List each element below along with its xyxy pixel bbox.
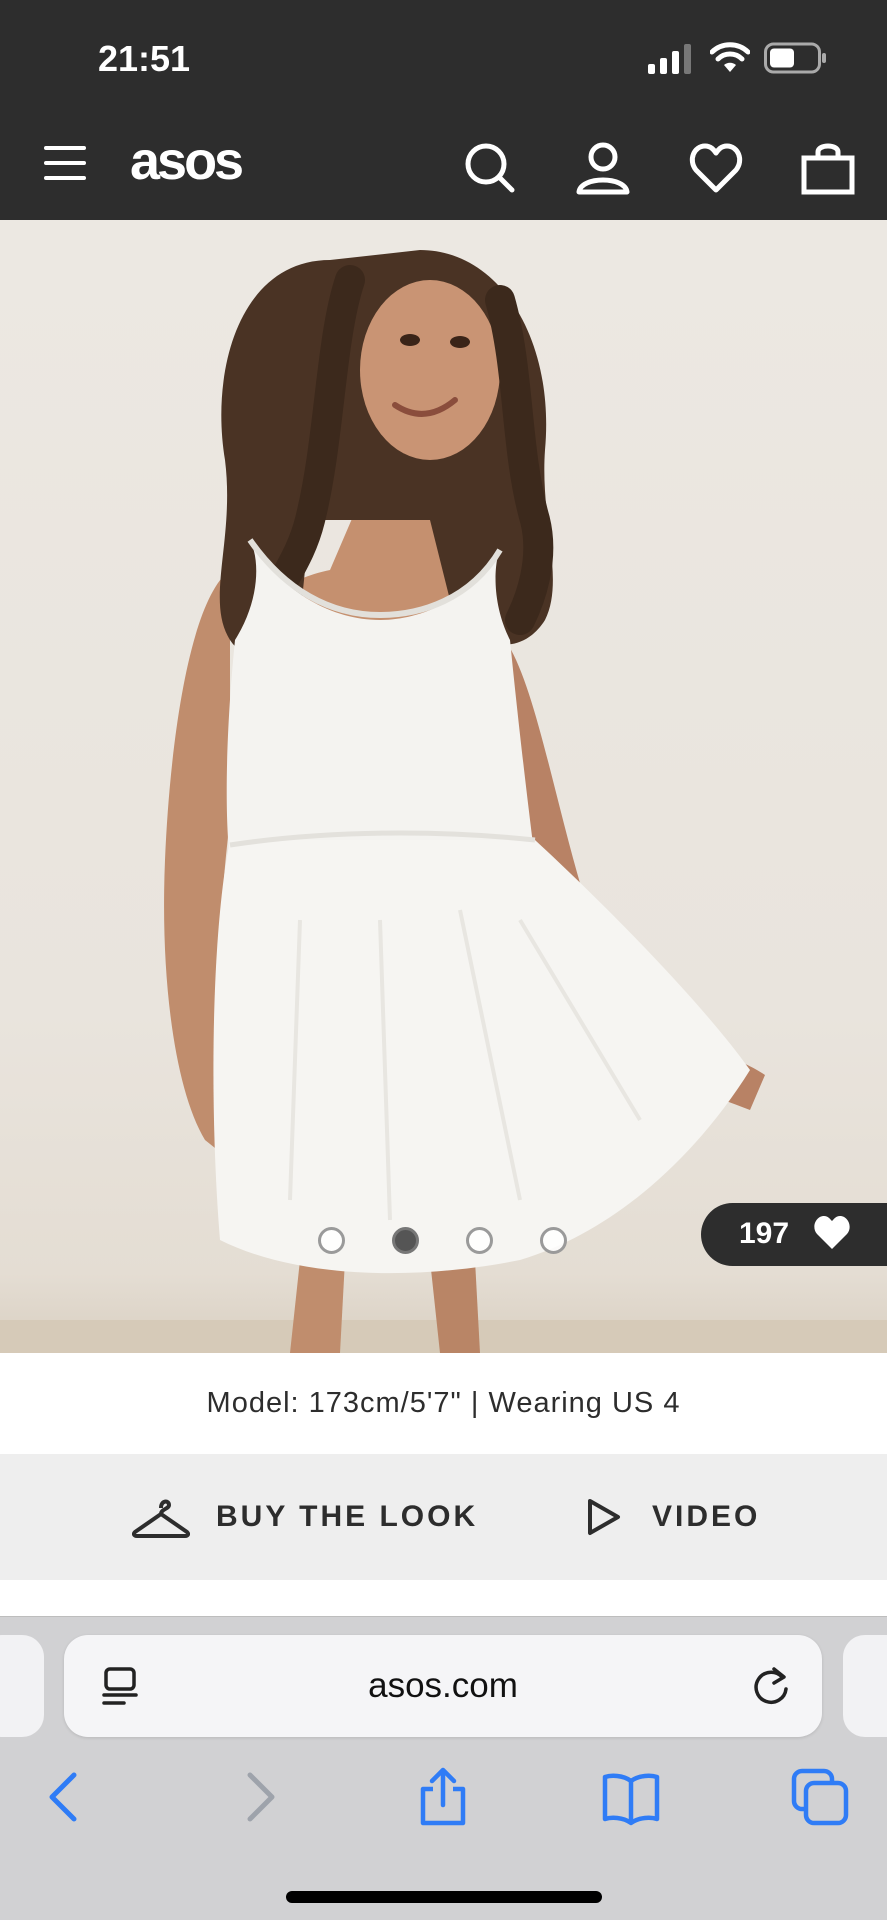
search-icon[interactable] — [462, 140, 518, 196]
video-button[interactable]: VIDEO — [586, 1454, 760, 1580]
battery-icon — [764, 42, 826, 74]
account-icon[interactable] — [575, 140, 631, 196]
status-time: 21:51 — [98, 38, 191, 79]
wifi-icon — [710, 42, 750, 72]
carousel-dot[interactable] — [540, 1227, 567, 1254]
share-icon[interactable] — [413, 1767, 473, 1827]
carousel-dots — [318, 1227, 578, 1255]
carousel-dot[interactable] — [318, 1227, 345, 1254]
product-image-carousel[interactable] — [0, 220, 887, 1353]
carousel-dot[interactable] — [466, 1227, 493, 1254]
app-header: 21:51 asos — [0, 0, 887, 220]
reload-icon[interactable] — [750, 1665, 792, 1707]
save-count-badge[interactable]: 197 — [701, 1203, 887, 1266]
wishlist-heart-icon[interactable] — [688, 140, 744, 196]
home-indicator — [286, 1891, 602, 1903]
buy-the-look-button[interactable]: BUY THE LOOK — [132, 1454, 478, 1580]
media-actions-bar: BUY THE LOOK VIDEO — [0, 1454, 887, 1580]
cellular-signal-icon — [648, 44, 691, 74]
url-text: asos.com — [368, 1666, 518, 1705]
asos-logo[interactable]: asos — [130, 130, 244, 192]
likes-count: 197 — [739, 1217, 790, 1250]
bookmarks-icon[interactable] — [601, 1767, 661, 1827]
browser-toolbar: asos.com — [0, 1616, 887, 1920]
forward-icon[interactable] — [228, 1767, 288, 1827]
menu-icon[interactable] — [44, 146, 86, 180]
next-tab-preview[interactable] — [843, 1635, 887, 1737]
back-icon[interactable] — [36, 1767, 96, 1827]
product-photo — [0, 250, 887, 1353]
play-icon — [588, 1499, 620, 1535]
previous-tab-preview[interactable] — [0, 1635, 44, 1737]
heart-icon — [814, 1216, 850, 1249]
model-size-info: Model: 173cm/5'7" | Wearing US 4 — [206, 1387, 681, 1419]
tabs-icon[interactable] — [790, 1767, 850, 1827]
hanger-icon — [132, 1499, 190, 1538]
buy-the-look-label: BUY THE LOOK — [216, 1500, 479, 1533]
video-label: VIDEO — [652, 1500, 761, 1533]
carousel-dot-active[interactable] — [392, 1227, 419, 1254]
address-bar[interactable]: asos.com — [64, 1635, 822, 1737]
shopping-bag-icon[interactable] — [800, 140, 856, 196]
